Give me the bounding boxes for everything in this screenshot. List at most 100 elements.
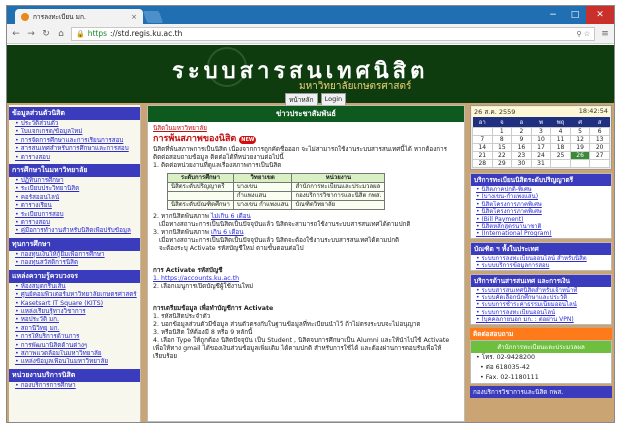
address-bar[interactable]: 🔒 https://std.regis.ku.ac.th ⚲ ☆ <box>71 26 595 41</box>
service-link[interactable]: • นิสิตภาคปกติ-พิเศษ <box>471 186 611 193</box>
sidebar-link[interactable]: • คอร์สออนไลน์ <box>9 194 140 202</box>
table-row: กำแพงแสน กองบริการวิชาการและนิสิต กพส. <box>167 191 386 201</box>
sidebar-link[interactable]: • ใบแจกเกรด/ข้อมูลใหม่ <box>9 128 140 136</box>
calendar-day[interactable]: 19 <box>569 143 591 152</box>
service-link[interactable]: • ระบบการลงทะเบียนออนไลน์ สำหรับนิสิต <box>471 255 611 262</box>
calendar-day[interactable]: 31 <box>530 159 552 168</box>
calendar-day[interactable]: 8 <box>491 135 513 144</box>
calendar-day[interactable]: 16 <box>511 143 532 152</box>
calendar-day[interactable]: 28 <box>472 159 493 168</box>
service-link[interactable]: • ระบบการลงทะเบียนออนไลน์ <box>471 309 611 316</box>
calendar-day[interactable]: 5 <box>569 127 591 136</box>
sidebar-link[interactable]: • แหล่งเรียนรู้ทางวิชาการ <box>9 308 140 316</box>
sidebar-link[interactable]: • สารสนเทศสำหรับการศึกษาและการสอบ <box>9 145 140 153</box>
prep-step-3: 3. หรือนิสิต ให้ต้องมี 8 หรือ 9 หลักนี้ <box>153 329 253 336</box>
calendar-day[interactable]: 26 <box>569 151 591 160</box>
service-link[interactable]: • นิสิตหลักสูตรนานาชาติ <box>471 223 611 230</box>
sidebar-link[interactable]: • คู่มือการทำงานสำหรับนิสิตเพื่อปรับข้อม… <box>9 227 140 235</box>
sidebar-link[interactable]: • ตารางเรียน <box>9 202 140 210</box>
sidebar-link[interactable]: • สถานีวิทยุ มก. <box>9 325 140 333</box>
site-subtitle: มหาวิทยาลัยเกษตรศาสตร์ <box>299 81 412 92</box>
breadcrumb-link[interactable]: นิสิตในมหาวิทยาลัย <box>153 125 459 133</box>
browser-tab[interactable]: การลงทะเบียน มก. × <box>15 9 143 24</box>
sidebar-link[interactable]: • กองทุนเงินให้กู้ยืมเพื่อการศึกษา <box>9 251 140 259</box>
maximize-button[interactable]: □ <box>564 6 586 24</box>
sidebar-link[interactable]: • Kasetsart IT Square (KITS) <box>9 300 140 308</box>
sidebar-link[interactable]: • สภาพแวดล้อมในมหาวิทยาลัย <box>9 350 140 358</box>
service-link[interactable]: • (International Program) <box>471 230 611 237</box>
calendar-day[interactable]: 22 <box>491 151 513 160</box>
service-link[interactable]: • (บุคคลภายนอก มก. : ต่อผ่าน VPN) <box>471 316 611 323</box>
sidebar-link[interactable]: • ตารางสอบ <box>9 154 140 162</box>
new-tab-button[interactable] <box>142 11 164 23</box>
menu-icon[interactable]: ≡ <box>600 29 610 39</box>
calendar-day[interactable]: 14 <box>472 143 493 152</box>
sidebar-link[interactable]: • ตารางสอบ <box>9 219 140 227</box>
calendar-day[interactable]: 13 <box>589 135 610 144</box>
calendar-day[interactable]: 27 <box>589 151 610 160</box>
calendar-day[interactable]: 29 <box>491 159 513 168</box>
calendar-day[interactable]: 18 <box>550 143 571 152</box>
sidebar-link[interactable]: • ปฏิทินการศึกษา <box>9 177 140 185</box>
contact-ext: • ต่อ 618035-42 <box>476 363 530 371</box>
minimize-button[interactable]: − <box>542 6 564 24</box>
service-link[interactable]: • ระบบคัดเลือกนักศึกษาและประวัติ <box>471 294 611 301</box>
calendar-day[interactable]: 11 <box>550 135 571 144</box>
zoom-icon[interactable]: ⚲ ☆ <box>576 30 590 38</box>
service-link[interactable]: • นิสิตโครงการภาคพิเศษ <box>471 208 611 215</box>
calendar-day[interactable]: 23 <box>511 151 532 160</box>
calendar-day[interactable]: 10 <box>530 135 552 144</box>
service-link[interactable]: • ระบบบริการข้อมูลการสอบ <box>471 262 611 269</box>
calendar-day[interactable]: 9 <box>511 135 532 144</box>
sidebar-link[interactable]: • ศูนย์คอมพิวเตอร์มหาวิทยาลัยเกษตรศาสตร์ <box>9 291 140 299</box>
table-cell: กองบริการวิชาการและนิสิต กพส. <box>291 191 386 201</box>
sidebar-link[interactable]: • แหล่งข้อมูลเพื่อนในมหาวิทยาลัย <box>9 358 140 366</box>
sidebar-link[interactable]: • กองทุนสวัสดิการนิสิต <box>9 259 140 267</box>
service-link[interactable]: • นิสิตโครงการภาคพิเศษ <box>471 201 611 208</box>
calendar-day[interactable]: 17 <box>530 143 552 152</box>
calendar-day[interactable]: 7 <box>472 135 493 144</box>
calendar-day[interactable]: 2 <box>511 127 532 136</box>
reload-icon[interactable]: ↻ <box>41 29 51 39</box>
calendar-day[interactable]: 3 <box>530 127 552 136</box>
sidebar-link[interactable]: • การจัดการศึกษาและการเรียนการสอบ <box>9 137 140 145</box>
back-icon[interactable]: ← <box>11 29 21 39</box>
sidebar-link[interactable]: • การให้บริการด้านการ <box>9 333 140 341</box>
calendar-day[interactable]: 24 <box>530 151 552 160</box>
sidebar-link[interactable]: • ระเบียบประวิทยานิสิต <box>9 185 140 193</box>
service-link[interactable]: • ระบบการชำระค่าธรรมเนียมออนไลน์ <box>471 301 611 308</box>
sidebar-section-heading: ทุนการศึกษา <box>9 237 140 251</box>
sidebar-link[interactable]: • ประวัติส่วนตัว <box>9 120 140 128</box>
calendar-day[interactable]: 6 <box>589 127 610 136</box>
close-window-button[interactable]: ✕ <box>586 6 614 24</box>
calendar-day[interactable]: 12 <box>569 135 591 144</box>
calendar-day[interactable]: 20 <box>589 143 610 152</box>
calendar-day[interactable]: 21 <box>472 151 493 160</box>
sidebar-link[interactable]: • การพัฒนานิสิตด้านต่างๆ <box>9 342 140 350</box>
sidebar-link[interactable]: • หอประวัติ มก. <box>9 316 140 324</box>
service-link[interactable]: • (บางเขน-กำแพงแสน) <box>471 193 611 200</box>
sidebar-link[interactable]: • ห้องสมุดกรีนเส้น <box>9 283 140 291</box>
calendar-day[interactable]: 25 <box>550 151 571 160</box>
service-heading: บริการทะเบียนนิสิตระดับปริญญาตรี <box>471 174 611 186</box>
calendar-day[interactable]: 15 <box>491 143 513 152</box>
favicon-icon <box>21 12 29 21</box>
forward-icon[interactable]: → <box>26 29 36 39</box>
sidebar-link[interactable]: • ระเบียบการสอบ <box>9 211 140 219</box>
close-tab-icon[interactable]: × <box>131 13 137 21</box>
sidebar-link[interactable]: • กองบริการการศึกษา <box>9 382 140 390</box>
service-link[interactable]: • (Bill Payment) <box>471 216 611 223</box>
table-cell: นิสิตระดับบัณฑิตศึกษา <box>167 200 234 210</box>
calendar-weekday: จ <box>492 117 512 128</box>
calendar-day[interactable]: 1 <box>491 127 513 136</box>
calendar-day[interactable]: 4 <box>550 127 571 136</box>
activate-link[interactable]: 1. https://accounts.ku.ac.th <box>153 275 459 283</box>
intro-text: นิสิตที่พ้นสภาพการเป็นนิสิต เนื่องจากการ… <box>153 146 448 161</box>
item-3-detail: เมื่อทางสถานะการเป็นนิสิตเป็นปัจจุบันแล้… <box>159 237 400 244</box>
table-cell <box>167 191 234 201</box>
table-row: นิสิตระดับปริญญาตรี บางเขน สำนักการทะเบียน… <box>167 182 386 192</box>
calendar-day[interactable]: 30 <box>511 159 532 168</box>
home-icon[interactable]: ⌂ <box>56 29 66 39</box>
service-link[interactable]: • ระบบสารสนเทศนิสิตสำหรับเจ้าหน้าที่ <box>471 287 611 294</box>
service-section: บริการทะเบียนนิสิตระดับปริญญาตรี • นิสิตภ… <box>470 173 612 239</box>
